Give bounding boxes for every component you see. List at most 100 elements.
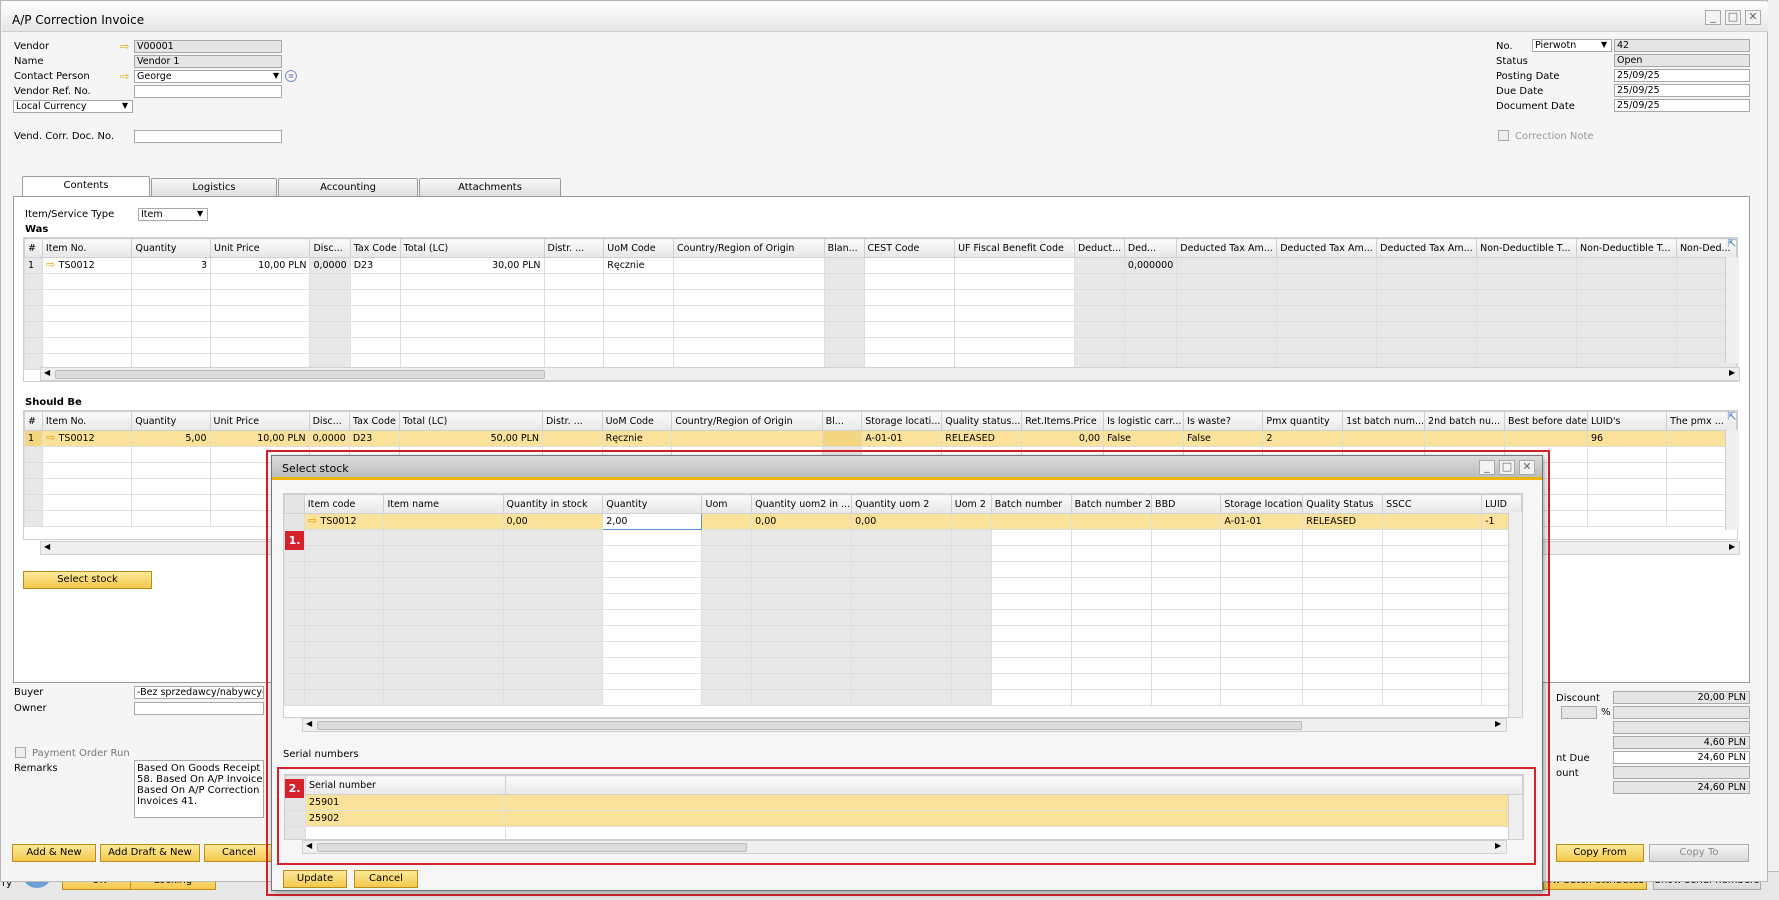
table-cell[interactable] xyxy=(1302,577,1384,594)
table-cell[interactable] xyxy=(823,337,865,354)
table-cell[interactable] xyxy=(502,641,604,658)
scroll-left-icon[interactable]: ◀ xyxy=(44,542,50,551)
table-cell[interactable] xyxy=(990,657,1072,674)
table-cell[interactable] xyxy=(303,641,385,658)
table-cell[interactable] xyxy=(303,593,385,610)
row-header-cell[interactable] xyxy=(284,513,305,530)
table-cell[interactable] xyxy=(1276,273,1378,290)
table-cell[interactable]: D23 xyxy=(349,257,401,274)
was-column-header[interactable]: Deduct... xyxy=(1073,238,1125,258)
table-cell[interactable] xyxy=(1476,337,1578,354)
table-cell[interactable]: 1 xyxy=(24,257,43,274)
was-column-header[interactable]: Quantity xyxy=(131,238,212,258)
table-cell[interactable] xyxy=(950,657,992,674)
table-row[interactable] xyxy=(284,641,1522,658)
table-cell[interactable] xyxy=(1276,321,1378,338)
table-cell[interactable] xyxy=(41,337,133,354)
link-arrow-icon[interactable]: ⇨ xyxy=(46,432,59,445)
table-cell[interactable] xyxy=(1220,593,1304,610)
table-cell[interactable] xyxy=(1576,273,1677,290)
table-cell[interactable] xyxy=(954,273,1075,290)
table-cell[interactable] xyxy=(1576,321,1677,338)
table-cell[interactable]: 0,00 xyxy=(851,513,952,530)
table-cell[interactable] xyxy=(1302,545,1384,562)
table-cell[interactable] xyxy=(1576,289,1677,306)
table-cell[interactable] xyxy=(502,673,604,690)
table-cell[interactable] xyxy=(751,689,853,706)
contact-person-select[interactable]: George xyxy=(134,70,282,83)
table-cell[interactable] xyxy=(1123,273,1178,290)
chevron-down-icon[interactable]: ▼ xyxy=(273,71,279,80)
scroll-right-icon[interactable]: ▶ xyxy=(1495,841,1501,850)
table-cell[interactable] xyxy=(950,641,992,658)
table-cell[interactable] xyxy=(284,561,305,578)
table-cell[interactable] xyxy=(950,513,992,530)
table-cell[interactable] xyxy=(284,689,305,706)
table-cell[interactable] xyxy=(41,494,133,511)
table-cell[interactable] xyxy=(24,462,43,479)
table-cell[interactable] xyxy=(399,337,545,354)
table-cell[interactable] xyxy=(1302,529,1384,546)
table-cell[interactable]: 96 xyxy=(1587,430,1668,447)
table-cell[interactable] xyxy=(1220,673,1304,690)
table-cell[interactable] xyxy=(1073,289,1125,306)
table-cell[interactable] xyxy=(383,609,504,626)
table-cell[interactable] xyxy=(701,577,753,594)
table-row[interactable] xyxy=(24,321,1737,338)
table-cell[interactable] xyxy=(751,657,853,674)
was-scroll-thumb[interactable] xyxy=(55,370,545,379)
table-cell[interactable] xyxy=(1302,673,1384,690)
stock-column-header[interactable]: Quality Status xyxy=(1302,494,1384,514)
should-be-column-header[interactable]: Quantity xyxy=(131,411,211,431)
table-cell[interactable] xyxy=(1151,689,1222,706)
table-cell[interactable] xyxy=(1070,513,1153,530)
table-cell[interactable] xyxy=(1151,609,1222,626)
table-cell[interactable] xyxy=(303,609,385,626)
table-cell[interactable] xyxy=(131,305,212,322)
table-cell[interactable] xyxy=(1220,625,1304,642)
close-icon[interactable]: ✕ xyxy=(1745,10,1761,25)
stock-column-header[interactable]: Storage location xyxy=(1220,494,1304,514)
table-cell[interactable] xyxy=(399,289,545,306)
table-cell[interactable] xyxy=(950,689,992,706)
should-be-column-header[interactable]: Total (LC) xyxy=(398,411,543,431)
stock-column-header[interactable]: LUID xyxy=(1481,494,1522,514)
table-cell[interactable]: RELEASED xyxy=(1302,513,1384,530)
copy-from-button[interactable]: Copy From xyxy=(1556,844,1644,862)
table-row[interactable] xyxy=(284,657,1522,674)
stock-column-header[interactable]: BBD xyxy=(1151,494,1222,514)
should-be-column-header[interactable]: Unit Price xyxy=(209,411,310,431)
table-cell[interactable] xyxy=(1476,289,1578,306)
table-cell[interactable]: D23 xyxy=(348,430,400,447)
table-cell[interactable] xyxy=(950,545,992,562)
table-cell[interactable] xyxy=(284,625,305,642)
was-column-header[interactable]: CEST Code xyxy=(863,238,956,258)
table-cell[interactable] xyxy=(751,673,853,690)
serial-vertical-scrollbar[interactable] xyxy=(1508,795,1522,839)
table-cell[interactable] xyxy=(541,430,603,447)
table-cell[interactable] xyxy=(603,273,675,290)
table-cell[interactable] xyxy=(701,689,753,706)
remarks-textarea[interactable]: Based On Goods Receipt PO 58. Based On A… xyxy=(134,760,264,818)
table-cell[interactable] xyxy=(1151,657,1222,674)
table-cell[interactable] xyxy=(284,641,305,658)
table-cell[interactable] xyxy=(309,337,351,354)
table-cell[interactable] xyxy=(1376,337,1478,354)
table-cell[interactable] xyxy=(1151,545,1222,562)
table-cell[interactable] xyxy=(131,510,211,527)
table-cell[interactable] xyxy=(1476,305,1578,322)
table-cell[interactable] xyxy=(1382,689,1483,706)
table-cell[interactable] xyxy=(1302,657,1384,674)
table-cell[interactable] xyxy=(1151,513,1222,530)
table-cell[interactable] xyxy=(349,273,401,290)
table-cell[interactable]: 0,0000 xyxy=(309,257,351,274)
table-cell[interactable] xyxy=(1587,510,1668,527)
table-cell[interactable]: 30,00 PLN xyxy=(399,257,545,274)
expand-icon[interactable]: ⇱ xyxy=(1725,410,1739,426)
table-cell[interactable] xyxy=(131,321,212,338)
scroll-right-icon[interactable]: ▶ xyxy=(1729,368,1735,377)
tab-contents[interactable]: Contents xyxy=(22,176,150,196)
table-cell[interactable] xyxy=(502,609,604,626)
table-cell[interactable] xyxy=(24,446,43,463)
due-date-field[interactable]: 25/09/25 xyxy=(1614,84,1750,97)
